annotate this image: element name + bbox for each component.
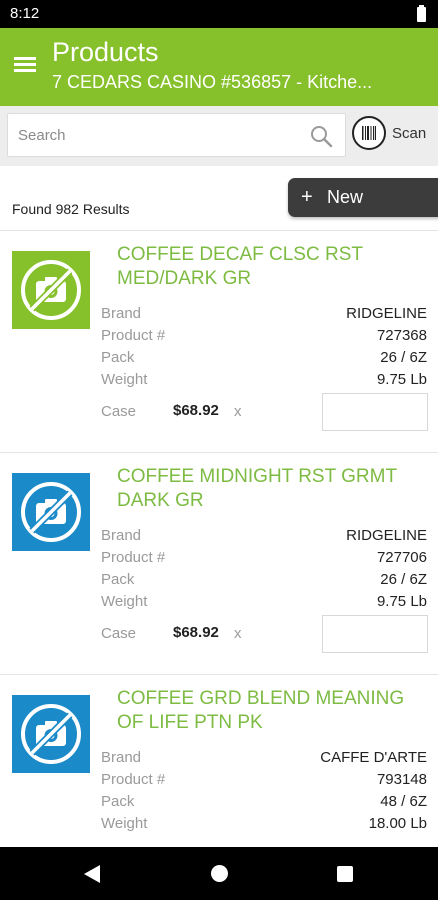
- home-icon[interactable]: [211, 865, 228, 882]
- pack-value: 26 / 6Z: [380, 349, 427, 366]
- battery-icon: [417, 5, 426, 22]
- case-price: $68.92: [173, 624, 219, 641]
- weight-label: Weight: [101, 371, 148, 388]
- product-name[interactable]: COFFEE DECAF CLSC RST MED/DARK GR: [117, 243, 417, 291]
- recents-icon[interactable]: [337, 866, 353, 882]
- pack-label: Pack: [101, 571, 135, 588]
- weight-value: 9.75 Lb: [376, 371, 427, 388]
- weight-value: 9.75 Lb: [376, 593, 427, 610]
- status-time: 8:12: [10, 5, 40, 22]
- product-name[interactable]: COFFEE MIDNIGHT RST GRMT DARK GR: [117, 465, 417, 513]
- quantity-input[interactable]: [322, 393, 428, 431]
- quantity-input[interactable]: [322, 615, 428, 653]
- hamburger-menu-icon[interactable]: [14, 55, 36, 73]
- no-image-icon[interactable]: [12, 251, 90, 329]
- product-number-value: 727706: [376, 549, 427, 566]
- no-image-icon[interactable]: [12, 695, 90, 773]
- case-price: $68.92: [173, 402, 219, 419]
- product-name[interactable]: COFFEE GRD BLEND MEANING OF LIFE PTN PK: [117, 687, 417, 735]
- weight-value: 18.00 Lb: [368, 815, 427, 832]
- search-input[interactable]: [18, 124, 298, 146]
- search-box[interactable]: [7, 113, 346, 157]
- location-subtitle[interactable]: 7 CEDARS CASINO #536857 - Kitche...: [52, 72, 432, 93]
- pack-label: Pack: [101, 349, 135, 366]
- new-button[interactable]: + New: [288, 178, 438, 217]
- search-bar: Scan: [0, 106, 438, 166]
- status-bar: 8:12: [0, 0, 438, 28]
- plus-icon: +: [301, 186, 313, 208]
- search-icon[interactable]: [309, 124, 333, 148]
- brand-value: RIDGELINE: [346, 527, 427, 544]
- system-nav-bar: [0, 847, 438, 900]
- product-number-label: Product #: [101, 771, 166, 788]
- brand-value: RIDGELINE: [346, 305, 427, 322]
- case-label: Case: [101, 403, 137, 420]
- product-card[interactable]: COFFEE DECAF CLSC RST MED/DARK GR Brand RI…: [0, 230, 438, 452]
- weight-label: Weight: [101, 593, 148, 610]
- results-count: Found 982 Results: [12, 201, 130, 217]
- app-bar: Products 7 CEDARS CASINO #536857 - Kitch…: [0, 28, 438, 106]
- barcode-icon: [352, 116, 386, 150]
- product-card[interactable]: COFFEE MIDNIGHT RST GRMT DARK GR Brand RID…: [0, 452, 438, 674]
- pack-value: 48 / 6Z: [380, 793, 427, 810]
- pack-value: 26 / 6Z: [380, 571, 427, 588]
- page-title: Products: [52, 37, 159, 67]
- brand-value: CAFFE D'ARTE: [320, 749, 427, 766]
- back-icon[interactable]: [84, 865, 100, 883]
- case-label: Case: [101, 625, 137, 642]
- brand-label: Brand: [101, 305, 142, 322]
- weight-label: Weight: [101, 815, 148, 832]
- new-button-label: New: [327, 187, 364, 207]
- product-number-label: Product #: [101, 327, 166, 344]
- brand-label: Brand: [101, 749, 142, 766]
- times-sign: x: [234, 625, 242, 642]
- scan-label: Scan: [392, 125, 427, 142]
- pack-label: Pack: [101, 793, 135, 810]
- scan-button[interactable]: Scan: [352, 112, 436, 158]
- no-image-icon[interactable]: [12, 473, 90, 551]
- product-number-value: 727368: [376, 327, 427, 344]
- product-number-label: Product #: [101, 549, 166, 566]
- times-sign: x: [234, 403, 242, 420]
- product-number-value: 793148: [376, 771, 427, 788]
- brand-label: Brand: [101, 527, 142, 544]
